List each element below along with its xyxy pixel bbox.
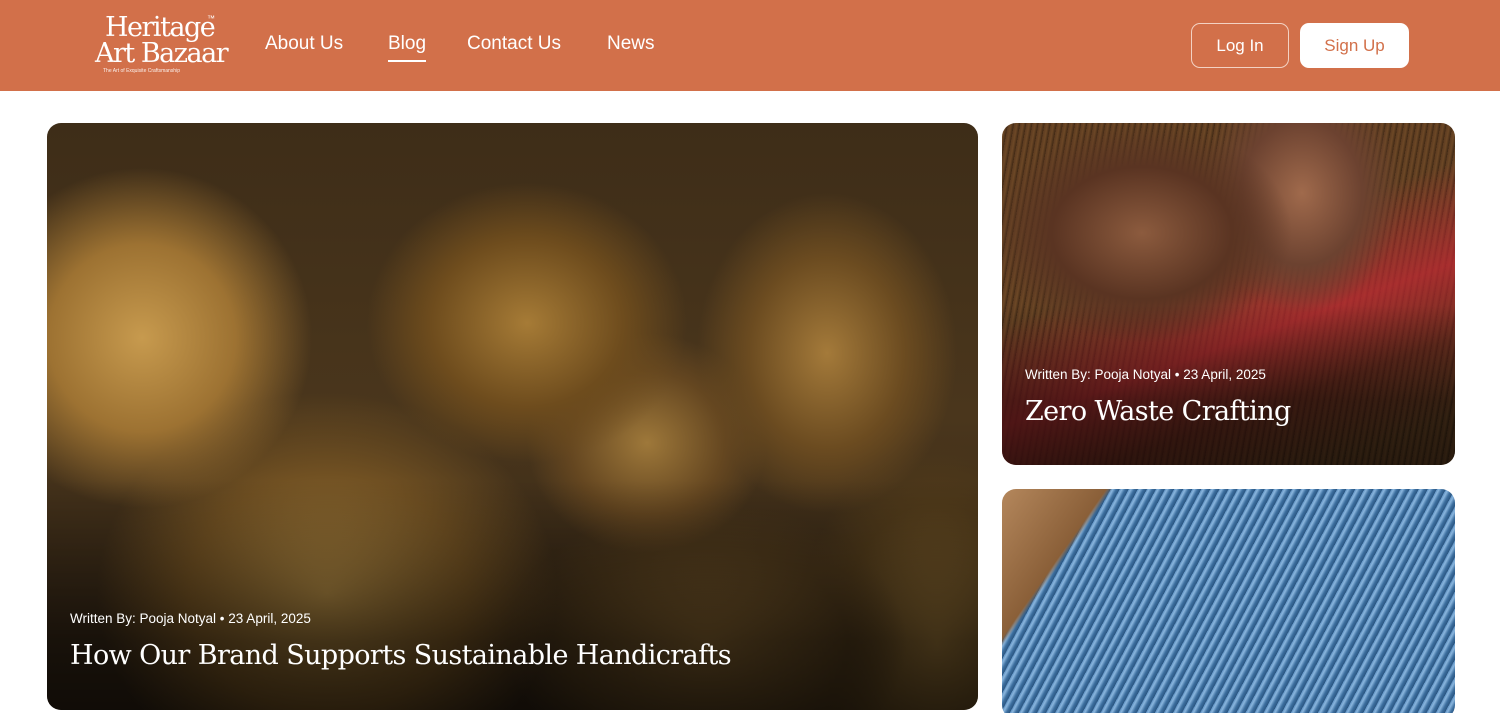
post-meta: Written By: Pooja Notyal • 23 April, 202… [70,611,311,626]
post-title[interactable]: Zero Waste Crafting [1025,396,1291,427]
signup-button[interactable]: Sign Up [1300,23,1409,68]
post-title[interactable]: How Our Brand Supports Sustainable Handi… [70,640,732,671]
logo-line-1: Heritage [105,12,216,43]
nav-blog[interactable]: Blog [388,33,427,62]
logo-tagline: The Art of Exquisite Craftsmanship [103,68,180,74]
brand-logo[interactable]: Heritage ™ Art Bazaar The Art of Exquisi… [93,12,229,78]
featured-post-card[interactable]: Written By: Pooja Notyal • 23 April, 202… [47,123,978,710]
nav-contact-us[interactable]: Contact Us [467,33,561,55]
site-header: Heritage ™ Art Bazaar The Art of Exquisi… [0,0,1500,91]
login-button[interactable]: Log In [1191,23,1289,68]
nav-news[interactable]: News [607,33,655,55]
logo-line-2: Art Bazaar [95,38,229,69]
logo-trademark: ™ [207,14,215,23]
post-meta: Written By: Pooja Notyal • 23 April, 202… [1025,367,1266,382]
post-card-loom[interactable] [1002,489,1455,713]
nav-about-us[interactable]: About Us [265,33,343,55]
post-card-zero-waste[interactable]: Written By: Pooja Notyal • 23 April, 202… [1002,123,1455,465]
